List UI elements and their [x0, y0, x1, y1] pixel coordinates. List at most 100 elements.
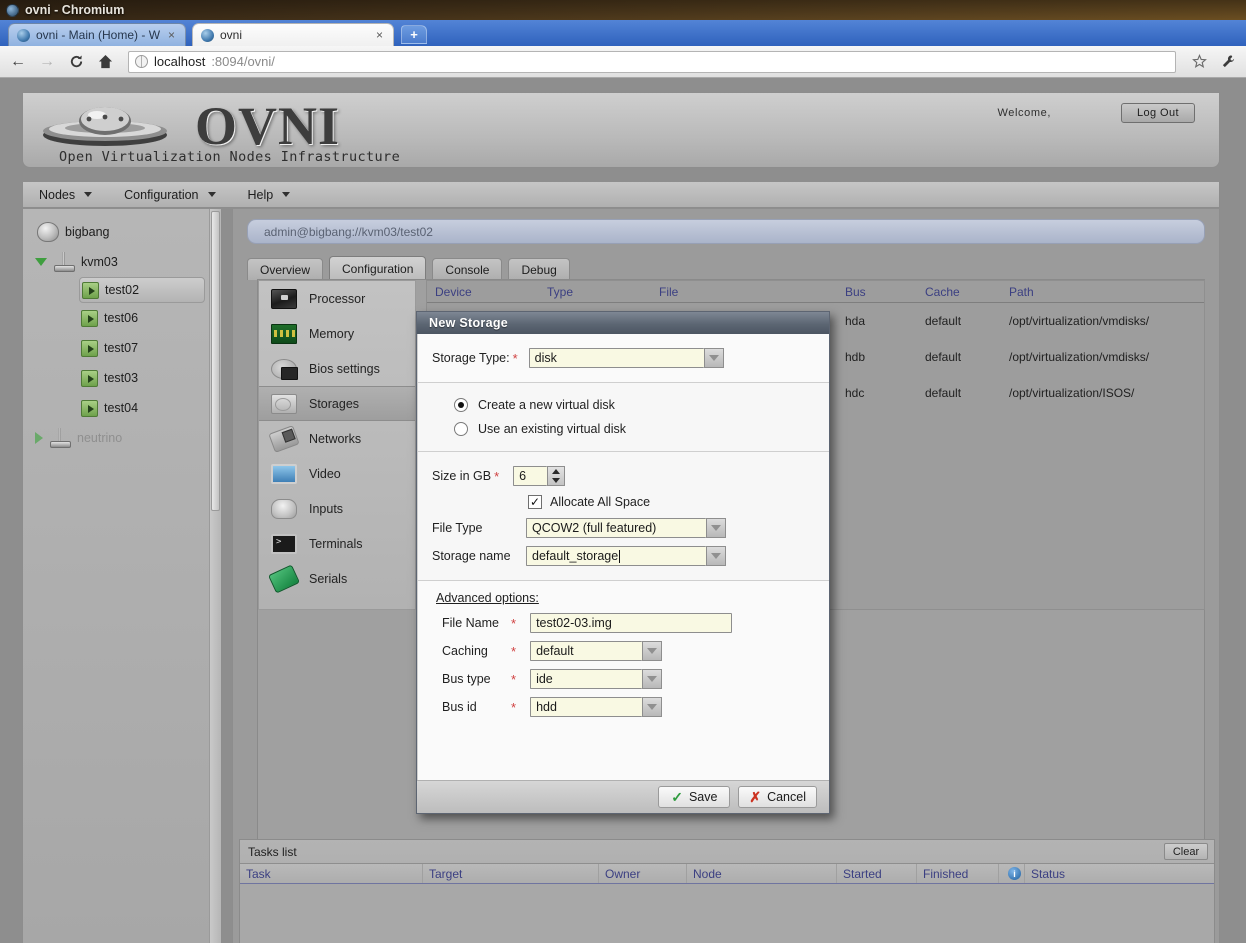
stepper-down-button[interactable] — [548, 476, 564, 485]
device-item-bios-settings[interactable]: Bios settings — [259, 351, 415, 386]
cell-cache: default — [925, 350, 962, 364]
radio-button-icon[interactable] — [454, 398, 468, 412]
menu-configuration[interactable]: Configuration — [108, 182, 231, 207]
tree-item-kvm03[interactable]: kvm03 — [33, 247, 209, 277]
column-header-finished[interactable]: Finished — [916, 864, 998, 883]
back-button[interactable]: ← — [8, 52, 28, 72]
checkmark-icon: ✓ — [671, 789, 683, 805]
chrome-menu-wrench-icon[interactable] — [1218, 52, 1238, 72]
forward-button[interactable]: → — [37, 52, 57, 72]
logout-button[interactable]: Log Out — [1121, 103, 1195, 123]
tab-favicon-icon — [201, 28, 214, 42]
tree-item-test02[interactable]: test02 — [79, 277, 205, 303]
device-item-label: Storages — [309, 396, 360, 411]
device-item-networks[interactable]: Networks — [259, 421, 415, 456]
column-header-started[interactable]: Started — [836, 864, 916, 883]
browser-tab-active[interactable]: ovni × — [192, 23, 394, 46]
tree-item-bigbang[interactable]: bigbang — [33, 217, 209, 247]
device-item-serials[interactable]: Serials — [259, 561, 415, 596]
column-header-info-icon[interactable]: i — [998, 864, 1024, 883]
cell-bus: hdb — [845, 350, 866, 364]
allocate-all-space-row[interactable]: ✓ Allocate All Space — [418, 490, 829, 514]
checkbox-icon[interactable]: ✓ — [528, 495, 542, 509]
brand-title: OVNI — [195, 96, 341, 156]
device-item-terminals[interactable]: Terminals — [259, 526, 415, 561]
network-icon — [268, 424, 300, 453]
bios-icon — [271, 358, 298, 380]
tree-item-test04[interactable]: test04 — [33, 393, 209, 423]
device-item-memory[interactable]: Memory — [259, 316, 415, 351]
bus-id-row: Bus id * hdd — [418, 693, 829, 721]
bookmark-star-icon[interactable] — [1189, 52, 1209, 72]
tree-item-neutrino[interactable]: neutrino — [33, 423, 209, 453]
size-value[interactable]: 6 — [513, 466, 548, 486]
stepper-up-button[interactable] — [548, 467, 564, 476]
tree-scrollbar-thumb[interactable] — [211, 211, 220, 511]
tree-item-test06[interactable]: test06 — [33, 303, 209, 333]
column-header-file: File — [659, 284, 679, 299]
column-header-status[interactable]: Status — [1024, 864, 1214, 883]
radio-button-icon[interactable] — [454, 422, 468, 436]
size-stepper[interactable]: 6 — [513, 466, 566, 486]
node-tree-pane: bigbang kvm03 test02 test06 test07 test0… — [22, 209, 222, 943]
home-icon[interactable] — [95, 52, 115, 72]
reload-icon[interactable] — [66, 52, 86, 72]
tab-close-icon[interactable]: × — [374, 28, 385, 42]
dialog-titlebar[interactable]: New Storage — [417, 312, 829, 334]
triangle-expanded-icon[interactable] — [35, 258, 47, 266]
chevron-down-icon[interactable] — [706, 518, 726, 538]
bus-type-select[interactable]: ide — [530, 669, 663, 689]
storage-name-value[interactable]: default_storage — [526, 546, 706, 566]
column-header-node[interactable]: Node — [686, 864, 836, 883]
browser-tab-inactive[interactable]: ovni - Main (Home) - W × — [8, 23, 186, 46]
radio-use-existing-disk[interactable]: Use an existing virtual disk — [418, 417, 829, 441]
triangle-collapsed-icon[interactable] — [35, 432, 43, 444]
dialog-cancel-button[interactable]: ✗ Cancel — [738, 786, 817, 808]
new-tab-button[interactable]: + — [401, 25, 427, 44]
file-name-input[interactable]: test02-03.img — [530, 613, 733, 633]
size-stepper-buttons[interactable] — [547, 466, 566, 486]
harddisk-icon — [271, 393, 297, 414]
device-item-inputs[interactable]: Inputs — [259, 491, 415, 526]
tab-configuration[interactable]: Configuration — [329, 256, 427, 280]
chevron-down-icon[interactable] — [642, 697, 663, 717]
file-type-select[interactable]: QCOW2 (full featured) — [526, 518, 726, 538]
bus-id-select[interactable]: hdd — [530, 697, 663, 717]
tasks-clear-button[interactable]: Clear — [1164, 843, 1208, 860]
caching-select[interactable]: default — [530, 641, 663, 661]
storage-name-select[interactable]: default_storage — [526, 546, 726, 566]
chevron-down-icon[interactable] — [642, 669, 663, 689]
storage-type-select[interactable]: disk — [528, 348, 724, 368]
tab-console[interactable]: Console — [432, 258, 503, 280]
cell-path: /opt/virtualization/vmdisks/ — [1009, 350, 1150, 364]
tab-close-icon[interactable]: × — [166, 28, 177, 42]
bus-id-label: Bus id — [442, 700, 477, 714]
tree-item-test03[interactable]: test03 — [33, 363, 209, 393]
tab-overview[interactable]: Overview — [247, 258, 324, 280]
storage-type-label: Storage Type: — [432, 351, 510, 365]
column-header-target[interactable]: Target — [422, 864, 598, 883]
chevron-down-icon[interactable] — [703, 348, 724, 368]
chevron-down-icon[interactable] — [706, 546, 726, 566]
tree-scrollbar[interactable] — [209, 209, 221, 943]
dialog-save-button[interactable]: ✓ Save — [658, 786, 731, 808]
required-marker: * — [512, 350, 518, 366]
menu-help[interactable]: Help — [232, 182, 307, 207]
column-header-owner[interactable]: Owner — [598, 864, 686, 883]
device-item-video[interactable]: Video — [259, 456, 415, 491]
device-item-processor[interactable]: Processor — [259, 281, 415, 316]
radio-create-new-disk[interactable]: Create a new virtual disk — [418, 393, 829, 417]
device-item-storages[interactable]: Storages — [259, 386, 415, 421]
vm-running-icon — [81, 369, 98, 387]
tree-item-label: bigbang — [65, 225, 110, 239]
tree-item-test07[interactable]: test07 — [33, 333, 209, 363]
tab-debug[interactable]: Debug — [508, 258, 570, 280]
address-bar[interactable]: localhost:8094/ovni/ — [128, 50, 1176, 73]
text-caret — [619, 549, 621, 563]
storage-type-value: disk — [528, 348, 704, 368]
chevron-down-icon[interactable] — [642, 641, 663, 661]
cell-bus: hda — [845, 314, 866, 328]
home-glyph — [98, 54, 112, 69]
column-header-task[interactable]: Task — [240, 864, 422, 883]
menu-nodes[interactable]: Nodes — [23, 182, 108, 207]
